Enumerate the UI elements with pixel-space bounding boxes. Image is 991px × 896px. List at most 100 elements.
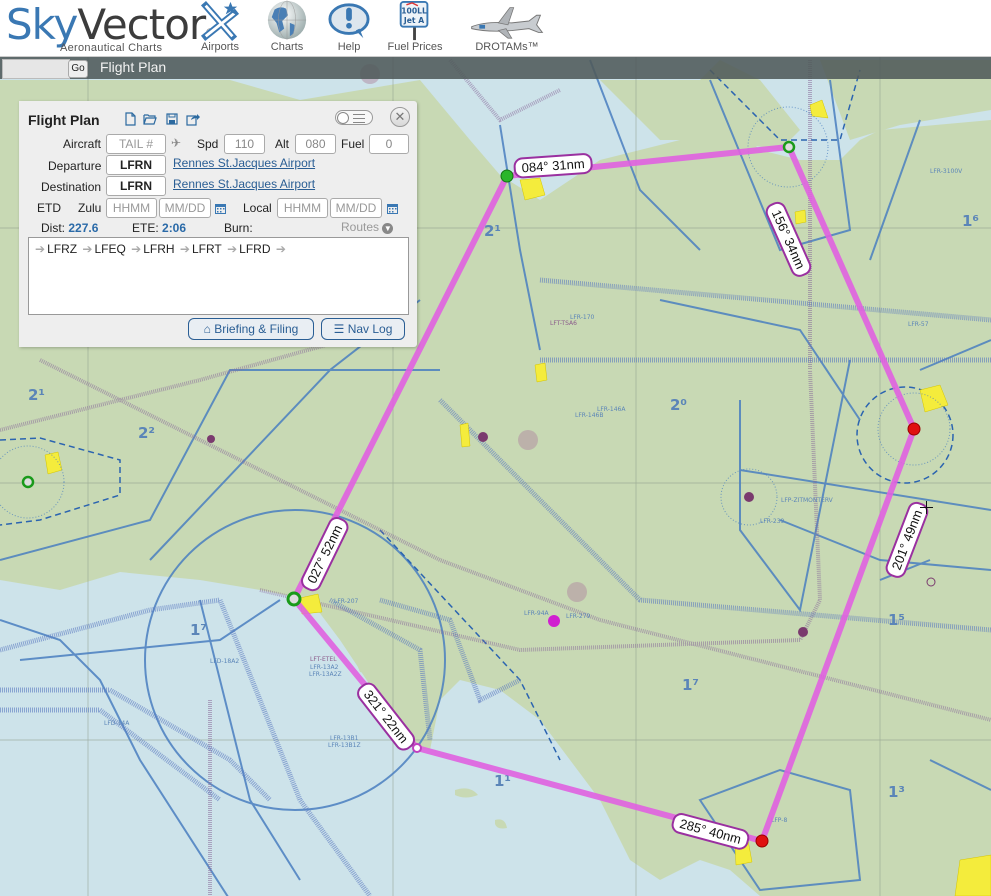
departure-airport-link[interactable]: Rennes St.Jacques Airport xyxy=(173,156,315,170)
nav-airports-label: Airports xyxy=(201,41,239,53)
departure-label: Departure xyxy=(48,159,102,173)
calendar-icon[interactable] xyxy=(215,203,226,214)
waypoint-lfrd xyxy=(782,140,796,154)
svg-text:LFR-57: LFR-57 xyxy=(908,321,929,328)
ete-value: 2:06 xyxy=(162,221,187,235)
go-button[interactable]: Go xyxy=(68,60,88,78)
arrow-icon: ➔ xyxy=(82,242,93,256)
svg-text:1⁷: 1⁷ xyxy=(682,676,699,694)
route-waypoint[interactable]: LFRD xyxy=(239,242,270,256)
airports-icon xyxy=(200,1,240,41)
route-waypoint[interactable]: LFRH xyxy=(143,242,174,256)
svg-text:LFR-13B1Z: LFR-13B1Z xyxy=(328,742,361,749)
waypoint-lfeq xyxy=(412,743,422,753)
svg-text:LFR-13B1: LFR-13B1 xyxy=(330,735,359,742)
ete-stat: ETE: 2:06 xyxy=(132,221,186,235)
svg-text:2²: 2² xyxy=(138,424,155,442)
local-time-input[interactable]: HHMM xyxy=(277,198,328,218)
aircraft-label: Aircraft xyxy=(63,137,102,151)
panel-title: Flight Plan xyxy=(28,112,100,128)
route-waypoint[interactable]: LFRZ xyxy=(47,242,77,256)
destination-input[interactable]: LFRN xyxy=(106,176,166,196)
header: SkyVector® Aeronautical Charts Airports … xyxy=(0,0,991,57)
aircraft-input[interactable]: TAIL # xyxy=(106,134,166,154)
calendar-icon[interactable] xyxy=(387,203,398,214)
arrow-icon: ➔ xyxy=(179,242,190,256)
zulu-time-input[interactable]: HHMM xyxy=(106,198,157,218)
waypoint-lfrt xyxy=(500,169,514,183)
distance-stat: Dist: 227.6 xyxy=(41,221,98,235)
svg-text:LFR-94A: LFR-94A xyxy=(524,610,550,617)
route-list: ➔ LFRZ ➔ LFEQ ➔ LFRH ➔ LFRT ➔ LFRD ➔ xyxy=(29,238,408,260)
toolbar: Go Flight Plan xyxy=(0,57,991,79)
arrow-icon: ➔ xyxy=(275,242,286,256)
speed-input[interactable]: 110 xyxy=(224,134,265,154)
burn-stat: Burn: xyxy=(224,221,253,235)
svg-text:Jet A: Jet A xyxy=(403,16,424,25)
flight-plan-toggle[interactable]: Flight Plan xyxy=(100,59,166,75)
routes-label: Routes xyxy=(341,220,380,234)
zulu-date-input[interactable]: MM/DD xyxy=(159,198,211,218)
svg-text:LFR-146B: LFR-146B xyxy=(575,412,603,419)
zulu-label: Zulu xyxy=(78,201,102,215)
nav-airports[interactable]: Airports xyxy=(193,0,247,56)
globe-icon xyxy=(267,0,307,40)
nav-charts[interactable]: Charts xyxy=(262,0,312,56)
routes-dropdown[interactable]: Routes ▼ xyxy=(341,220,394,234)
open-folder-icon[interactable] xyxy=(143,112,157,126)
destination-airport-link[interactable]: Rennes St.Jacques Airport xyxy=(173,177,315,191)
save-icon[interactable] xyxy=(165,112,179,126)
departure-input[interactable]: LFRN xyxy=(106,155,166,175)
svg-text:LFT-ETEL: LFT-ETEL xyxy=(310,656,337,663)
svg-text:2⁰: 2⁰ xyxy=(670,396,687,414)
alt-label: Alt xyxy=(275,137,290,151)
close-panel-button[interactable]: ✕ xyxy=(390,107,410,127)
svg-text:LFD-14A: LFD-14A xyxy=(104,720,130,727)
aircraft-plane-icon[interactable]: ✈ xyxy=(171,136,181,150)
svg-text:2¹: 2¹ xyxy=(28,386,45,404)
navlog-label: Nav Log xyxy=(347,322,393,336)
dist-label: Dist: xyxy=(41,221,65,235)
svg-text:LFR-13A2Z: LFR-13A2Z xyxy=(309,671,342,678)
route-textarea[interactable]: ➔ LFRZ ➔ LFEQ ➔ LFRH ➔ LFRT ➔ LFRD ➔ xyxy=(28,237,409,315)
search-input[interactable] xyxy=(2,59,70,79)
new-file-icon[interactable] xyxy=(123,112,137,126)
list-icon: ☰ xyxy=(333,322,345,336)
drone-icon xyxy=(471,7,544,39)
nav-fuel-prices[interactable]: 100LL Jet A Fuel Prices xyxy=(384,0,446,56)
close-icon: ✕ xyxy=(394,109,406,124)
skyvector-logo[interactable]: SkyVector® Aeronautical Charts xyxy=(6,2,214,55)
nav-help[interactable]: Help xyxy=(324,0,374,56)
nav-log-button[interactable]: ☰ Nav Log xyxy=(321,318,405,340)
waypoint-lfrq xyxy=(21,475,35,489)
view-toggle[interactable] xyxy=(335,110,373,125)
svg-text:1⁵: 1⁵ xyxy=(888,611,905,629)
route-waypoint[interactable]: LFEQ xyxy=(94,242,125,256)
svg-text:2¹: 2¹ xyxy=(484,222,501,240)
fuel-input[interactable]: 0 xyxy=(369,134,409,154)
local-date-input[interactable]: MM/DD xyxy=(330,198,382,218)
svg-text:1³: 1³ xyxy=(888,783,905,801)
flight-plan-panel: Flight Plan ✕ Aircraft TAIL # ✈ Spd 110 … xyxy=(19,101,417,347)
spd-label: Spd xyxy=(197,137,219,151)
route-waypoint[interactable]: LFRT xyxy=(192,242,222,256)
dist-value: 227.6 xyxy=(68,221,99,235)
nav-drotams-label: DROTAMs™ xyxy=(475,41,539,53)
svg-text:LFR-207: LFR-207 xyxy=(334,598,359,605)
etd-label: ETD xyxy=(37,201,61,215)
destination-label: Destination xyxy=(41,180,102,194)
briefing-filing-button[interactable]: ⌂ Briefing & Filing xyxy=(188,318,314,340)
svg-text:LFR-13A2: LFR-13A2 xyxy=(310,664,339,671)
mouse-crosshair-icon xyxy=(920,501,933,514)
inbox-icon: ⌂ xyxy=(203,322,211,336)
vannes-airport-marker xyxy=(548,615,560,627)
ete-label: ETE: xyxy=(132,221,159,235)
svg-text:LFD-18A2: LFD-18A2 xyxy=(210,658,239,665)
burn-label: Burn: xyxy=(224,221,253,235)
nav-drotams[interactable]: DROTAMs™ xyxy=(464,0,550,56)
share-icon[interactable] xyxy=(186,112,200,126)
altitude-input[interactable]: 080 xyxy=(295,134,336,154)
waypoint-lfrn xyxy=(907,422,921,436)
help-bubble-icon xyxy=(328,3,370,39)
svg-text:100LL: 100LL xyxy=(401,6,427,15)
